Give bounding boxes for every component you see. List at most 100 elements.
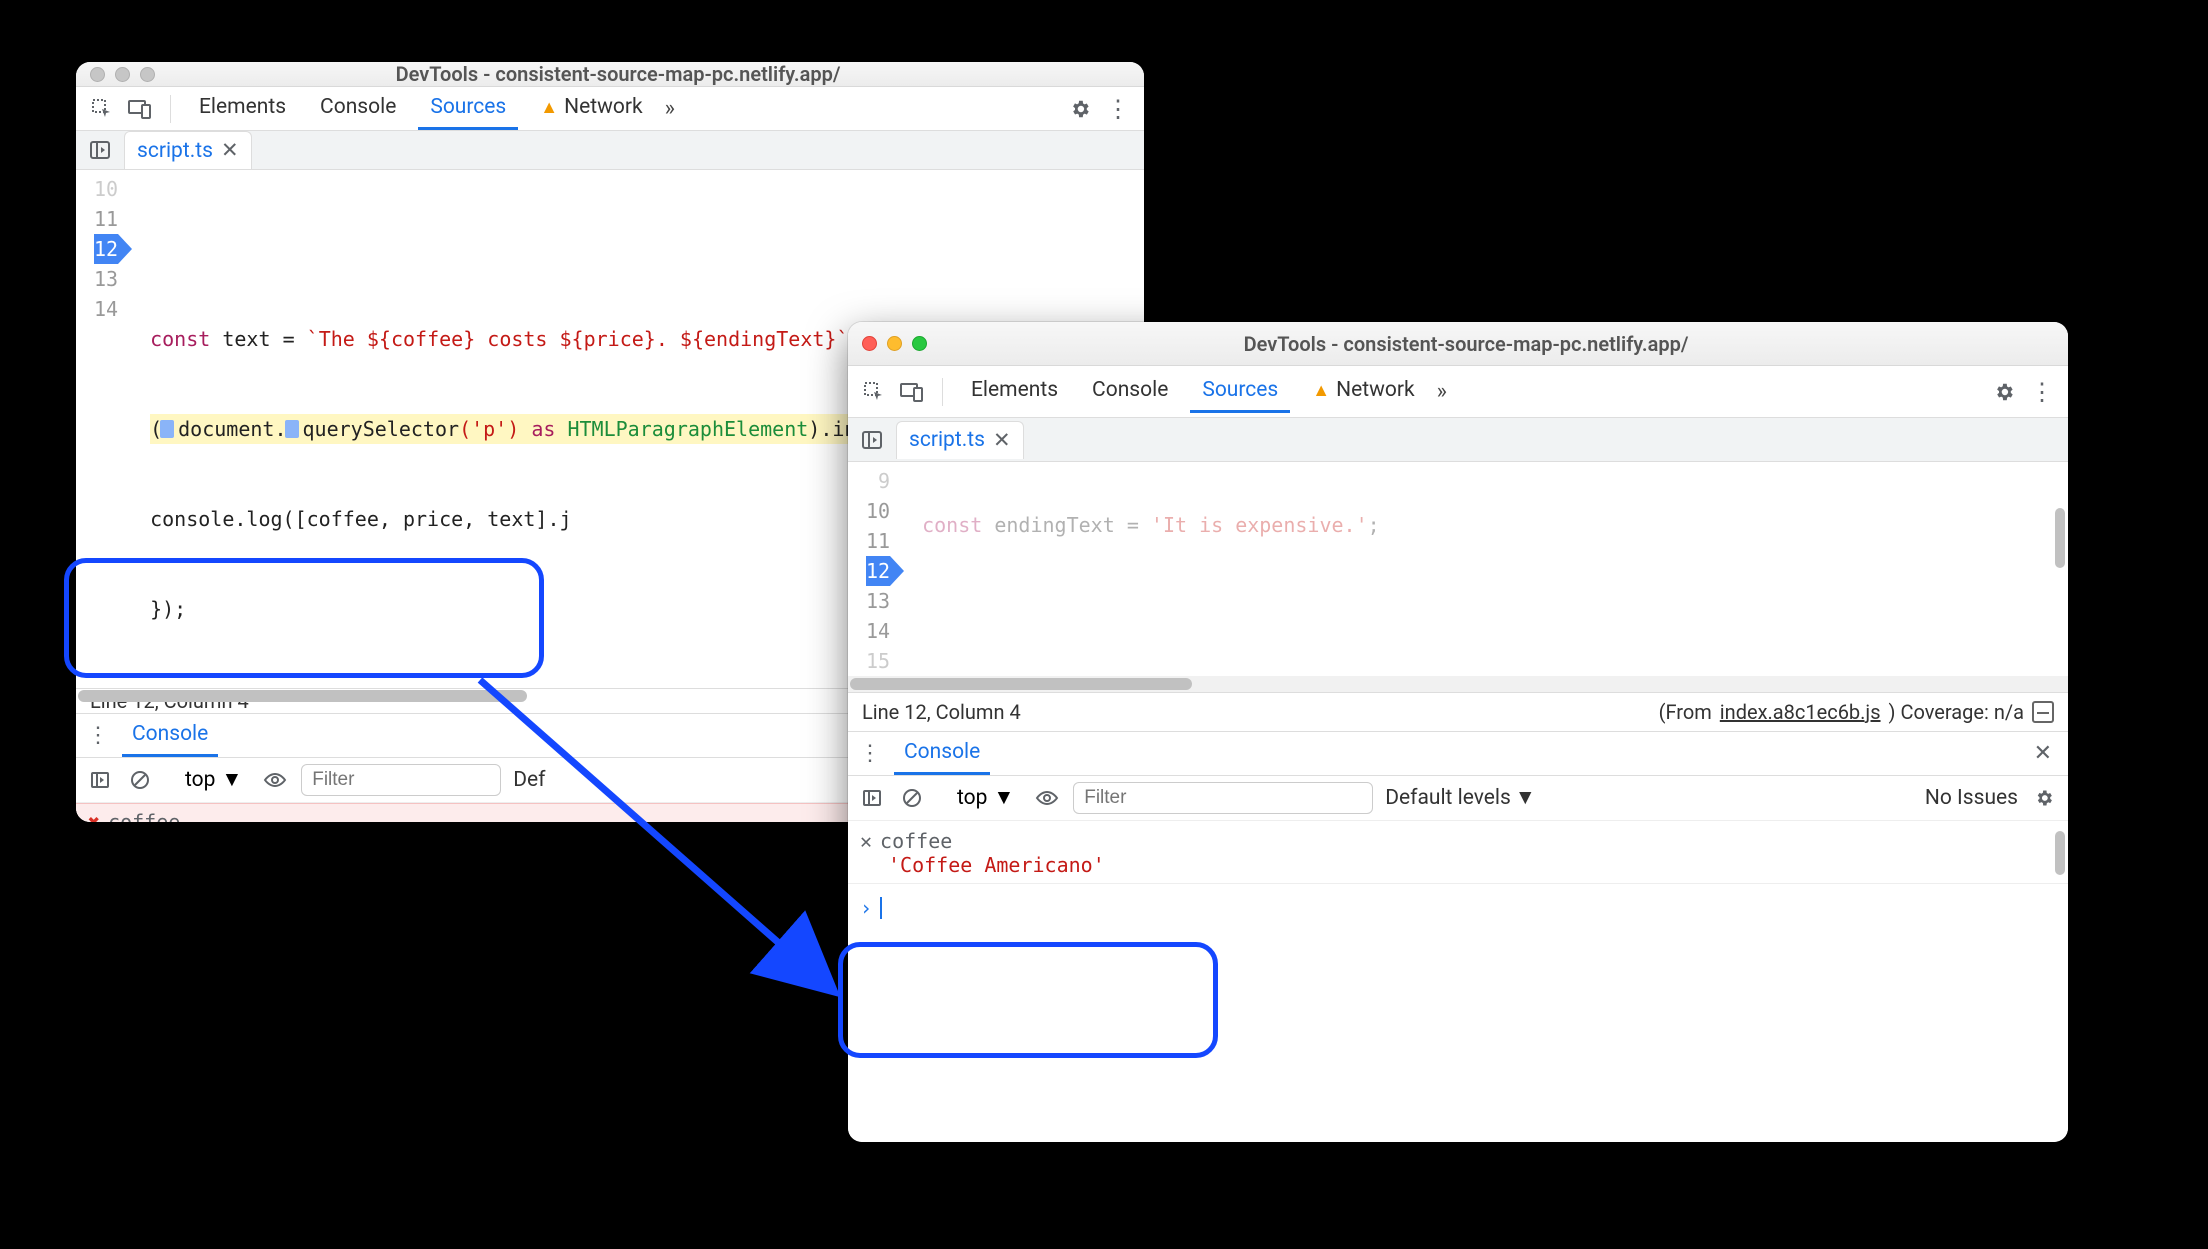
scrollbar-thumb[interactable]: [850, 678, 1192, 690]
scrollbar-thumb[interactable]: [2055, 831, 2065, 875]
kebab-menu-icon[interactable]: ⋮: [2028, 378, 2056, 406]
context-label: top: [185, 768, 215, 792]
warning-icon: ▲: [1312, 380, 1330, 401]
live-expression-icon[interactable]: [261, 766, 289, 794]
tab-console[interactable]: Console: [1080, 370, 1180, 413]
context-selector[interactable]: top▼: [950, 783, 1021, 813]
clear-console-icon[interactable]: [126, 766, 154, 794]
coverage-toggle-icon[interactable]: [2032, 701, 2054, 723]
minimize-dot-icon[interactable]: [115, 67, 130, 82]
tab-network[interactable]: ▲ Network: [1300, 370, 1426, 413]
horizontal-scrollbar[interactable]: [848, 676, 2068, 692]
devtools-window-after: DevTools - consistent-source-map-pc.netl…: [848, 322, 2068, 1142]
line-number: 11: [866, 526, 890, 556]
window-title: DevTools - consistent-source-map-pc.netl…: [938, 332, 1994, 356]
inspect-icon[interactable]: [860, 378, 888, 406]
traffic-lights: [90, 67, 155, 82]
code-token: `The ${coffee} costs ${price}. ${endingT…: [307, 327, 849, 351]
no-issues-label[interactable]: No Issues: [1925, 786, 2018, 810]
warning-icon: ▲: [540, 97, 558, 118]
filter-input[interactable]: [1073, 782, 1373, 814]
zoom-dot-icon[interactable]: [912, 336, 927, 351]
line-number-current: 12: [866, 556, 890, 586]
drawer-kebab-icon[interactable]: ⋮: [856, 740, 884, 768]
log-levels-selector[interactable]: Default levels▼: [1385, 786, 1535, 810]
drawer-tab-console[interactable]: Console: [894, 732, 990, 775]
code-token: const: [150, 327, 210, 351]
device-toggle-icon[interactable]: [898, 378, 926, 406]
inspect-icon[interactable]: [88, 95, 116, 123]
show-navigator-icon[interactable]: [858, 426, 886, 454]
status-bar: Line 12, Column 4 (From index.a8c1ec6b.j…: [848, 692, 2068, 732]
scrollbar-thumb[interactable]: [2055, 508, 2065, 568]
show-navigator-icon[interactable]: [86, 136, 114, 164]
tab-elements[interactable]: Elements: [187, 87, 298, 130]
console-prompt[interactable]: ›: [860, 890, 2056, 920]
tab-sources[interactable]: Sources: [418, 87, 518, 130]
code-token: ;: [1368, 513, 1380, 537]
sidebar-toggle-icon[interactable]: [86, 766, 114, 794]
filter-input[interactable]: [301, 764, 501, 796]
close-tab-icon[interactable]: ✕: [221, 138, 239, 163]
code-token: =: [271, 327, 307, 351]
line-number: 10: [94, 174, 118, 204]
cursor-icon: [880, 897, 882, 919]
close-dot-icon[interactable]: [90, 67, 105, 82]
code-content[interactable]: const endingText = 'It is expensive.'; c…: [900, 446, 2068, 676]
log-levels-selector[interactable]: Def: [513, 768, 545, 792]
zoom-dot-icon[interactable]: [140, 67, 155, 82]
error-x-icon: ✖: [88, 810, 100, 822]
code-token: });: [150, 597, 186, 621]
tab-sources[interactable]: Sources: [1190, 370, 1290, 413]
titlebar[interactable]: DevTools - consistent-source-map-pc.netl…: [848, 322, 2068, 366]
line-number-current: 12: [94, 234, 118, 264]
minimize-dot-icon[interactable]: [887, 336, 902, 351]
console-expression: coffee: [880, 829, 952, 853]
prompt-chevron-icon: ›: [860, 896, 872, 920]
code-token: text: [210, 327, 270, 351]
tab-network-label: Network: [1336, 378, 1415, 402]
settings-gear-icon[interactable]: [1990, 378, 2018, 406]
console-toolbar: top▼ Default levels▼ No Issues: [848, 776, 2068, 821]
console-settings-gear-icon[interactable]: [2030, 784, 2058, 812]
code-token: const: [922, 513, 982, 537]
file-tab-script[interactable]: script.ts ✕: [124, 131, 252, 169]
line-gutter: 10 11 12 13 14: [76, 170, 128, 688]
titlebar[interactable]: DevTools - consistent-source-map-pc.netl…: [76, 62, 1144, 87]
file-tabs-row: script.ts ✕: [76, 131, 1144, 170]
chevron-down-icon: ▼: [221, 768, 242, 792]
tab-network[interactable]: ▲Network: [528, 87, 654, 130]
live-expression-icon[interactable]: [1033, 784, 1061, 812]
drawer-tabs: ⋮ Console ✕: [848, 732, 2068, 776]
code-editor[interactable]: 9 10 11 12 13 14 15 const endingText = '…: [848, 462, 2068, 676]
close-dot-icon[interactable]: [862, 336, 877, 351]
scrollbar-thumb[interactable]: [78, 690, 527, 702]
source-map-link[interactable]: index.a8c1ec6b.js: [1720, 700, 1881, 724]
main-toolbar: Elements Console Sources ▲Network » ⋮: [76, 87, 1144, 131]
more-tabs-icon[interactable]: »: [665, 96, 675, 121]
close-drawer-icon[interactable]: ✕: [2034, 741, 2060, 766]
tab-console[interactable]: Console: [308, 87, 408, 130]
drawer-kebab-icon[interactable]: ⋮: [84, 722, 112, 750]
line-number: 14: [866, 616, 890, 646]
drawer-tab-console[interactable]: Console: [122, 714, 218, 757]
close-x-icon[interactable]: ✕: [860, 829, 872, 853]
object-badge-icon: querySelector: [287, 417, 460, 441]
context-selector[interactable]: top▼: [178, 765, 249, 795]
context-label: top: [957, 786, 987, 810]
main-toolbar: Elements Console Sources ▲ Network » ⋮: [848, 366, 2068, 418]
settings-gear-icon[interactable]: [1066, 95, 1094, 123]
line-number: 15: [866, 646, 890, 676]
line-number: 10: [866, 496, 890, 526]
kebab-menu-icon[interactable]: ⋮: [1104, 95, 1132, 123]
more-tabs-icon[interactable]: »: [1437, 379, 1447, 404]
clear-console-icon[interactable]: [898, 784, 926, 812]
code-token: document: [162, 417, 274, 441]
vertical-scrollbar[interactable]: [2052, 821, 2068, 1142]
tab-elements[interactable]: Elements: [959, 370, 1070, 413]
device-toggle-icon[interactable]: [126, 95, 154, 123]
cursor-position: Line 12, Column 4: [862, 700, 1021, 724]
console-output[interactable]: ✕coffee 'Coffee Americano' ›: [848, 821, 2068, 1142]
vertical-scrollbar[interactable]: [2052, 462, 2068, 676]
sidebar-toggle-icon[interactable]: [858, 784, 886, 812]
